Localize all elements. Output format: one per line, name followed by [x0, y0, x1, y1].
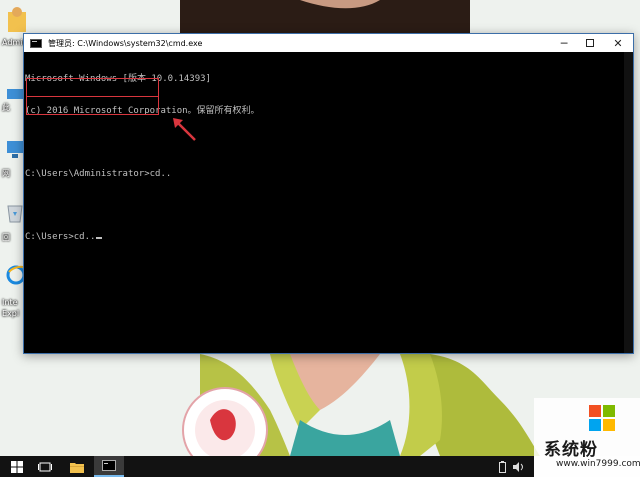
- minimize-button[interactable]: ─: [551, 34, 577, 52]
- network-icon: [7, 141, 23, 158]
- logo-square-yellow: [603, 419, 615, 431]
- desktop-icon-label: 网: [2, 169, 10, 178]
- text-cursor: [96, 236, 103, 239]
- maximize-icon: [586, 39, 594, 47]
- close-icon: ✕: [613, 36, 623, 50]
- task-view-button[interactable]: [30, 456, 60, 477]
- volume-icon[interactable]: [512, 461, 524, 473]
- watermark-logo: [589, 405, 616, 432]
- battery-icon[interactable]: [499, 460, 506, 473]
- taskbar: [0, 456, 534, 477]
- user-folder-icon: [8, 7, 26, 32]
- highlight-annotation-divider: [26, 96, 159, 97]
- console-prompt: C:\Users>cd..: [25, 231, 96, 242]
- console-prompt-line[interactable]: C:\Users>cd..: [25, 232, 633, 243]
- window-title: 管理员: C:\Windows\system32\cmd.exe: [48, 38, 203, 48]
- recycle-bin-icon: [7, 205, 23, 223]
- desktop-icon-label: Inte: [2, 298, 18, 307]
- cmd-taskbar-icon: [102, 460, 116, 471]
- logo-square-blue: [589, 419, 601, 431]
- desktop-icon-this-pc[interactable]: 此: [0, 88, 24, 118]
- file-explorer-button[interactable]: [62, 456, 92, 477]
- desktop-icon-label-line2: Expl: [2, 309, 20, 318]
- logo-square-red: [589, 405, 601, 417]
- vertical-scrollbar[interactable]: [624, 52, 633, 353]
- title-bar[interactable]: 管理员: C:\Windows\system32\cmd.exe ─ ✕: [24, 34, 633, 52]
- watermark-title: 系统粉: [544, 440, 598, 460]
- file-explorer-icon: [70, 462, 84, 473]
- desktop-icon-label: 回: [2, 233, 10, 242]
- cmd-taskbar-button[interactable]: [94, 456, 124, 477]
- close-button[interactable]: ✕: [605, 34, 631, 52]
- this-pc-icon: [7, 89, 23, 99]
- cmd-app-icon[interactable]: [30, 38, 42, 48]
- desktop-icon-admin[interactable]: Admin: [0, 6, 28, 47]
- desktop-icon-recycle-bin[interactable]: 回: [0, 202, 24, 242]
- task-view-icon: [38, 462, 52, 471]
- watermark-url: www.win7999.com: [556, 459, 640, 469]
- system-tray[interactable]: [480, 456, 530, 477]
- windows-start-icon: [11, 460, 23, 473]
- annotation-arrow-icon: [173, 118, 196, 141]
- start-button[interactable]: [2, 456, 32, 477]
- maximize-button[interactable]: [577, 34, 603, 52]
- logo-square-green: [603, 405, 615, 417]
- cmd-window[interactable]: 管理员: C:\Windows\system32\cmd.exe ─ ✕ Mic…: [23, 33, 634, 354]
- minimize-icon: ─: [560, 36, 568, 50]
- desktop-icon-internet-explorer[interactable]: Inte Expl: [0, 264, 26, 320]
- console-line: C:\Users\Administrator>cd..: [25, 168, 172, 179]
- desktop-icon-label: 此: [2, 103, 10, 112]
- desktop-icon-network[interactable]: 网: [0, 140, 24, 178]
